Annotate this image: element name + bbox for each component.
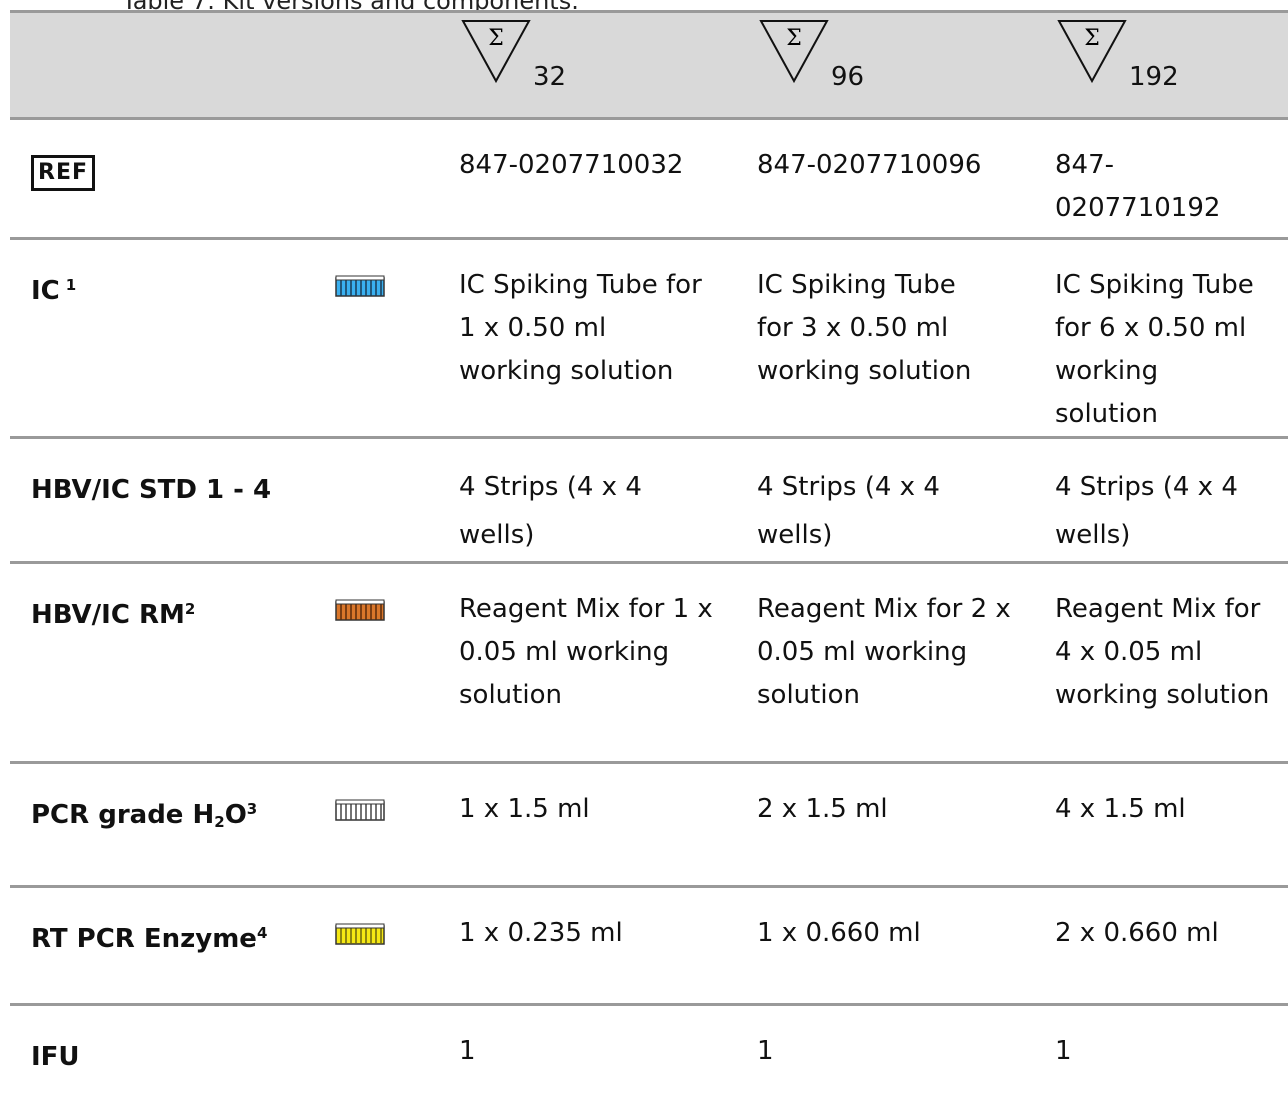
row-label: HBV/IC RM2: [10, 562, 305, 764]
header-cell-32: Σ 32: [449, 10, 747, 120]
sigma-triangle-icon: Σ 96: [759, 15, 869, 95]
table-row: IFU 1 1 1: [10, 1005, 1288, 1095]
value-cell: 1 x 0.235 ml: [449, 886, 747, 1006]
row-label: IFU: [31, 1042, 80, 1072]
ref-cell: 847-0207710032: [449, 118, 747, 240]
value-cell: 2 x 1.5 ml: [747, 762, 1037, 888]
svg-text:Σ: Σ: [1084, 26, 1100, 51]
table-row: RT PCR Enzyme4 1 x 0.235 ml 1 x 0.660 ml…: [10, 886, 1288, 1006]
value-cell: 1 x 1.5 ml: [449, 762, 747, 888]
value-cell: 2 x 0.660 ml: [1037, 886, 1288, 1006]
tube-cap-icon: [335, 599, 385, 621]
svg-text:Σ: Σ: [786, 26, 802, 51]
value-cell: 4 x 1.5 ml: [1037, 762, 1288, 888]
row-label: HBV/IC STD 1 - 4: [10, 437, 305, 564]
header-cell-96: Σ 96: [747, 10, 1037, 120]
header-cell-192: Σ 192: [1037, 10, 1288, 120]
tube-cap-icon: [335, 799, 385, 821]
ref-symbol: REF: [31, 155, 95, 191]
row-label: RT PCR Enzyme4: [10, 886, 305, 1006]
header-row: Σ 32 Σ 96 Σ 192: [10, 10, 1288, 120]
row-label: IC 1: [10, 238, 305, 439]
sigma-triangle-icon: Σ 32: [461, 15, 571, 95]
value-cell: 4 Strips (4 x 4 wells): [1037, 437, 1288, 564]
ref-cell: 847-0207710192: [1037, 118, 1288, 240]
value-cell: 1 x 0.660 ml: [747, 886, 1037, 1006]
tube-cap-icon: [335, 923, 385, 945]
sigma-triangle-icon: Σ 192: [1057, 15, 1179, 95]
value-cell: 1: [459, 1036, 476, 1066]
svg-text:Σ: Σ: [488, 26, 504, 51]
kit-components-table: Σ 32 Σ 96 Σ 192 REF 847-0207710032 847-0…: [10, 10, 1288, 1095]
value-cell: 1: [1055, 1036, 1072, 1066]
value-cell: Reagent Mix for 4 x 0.05 ml working solu…: [1037, 562, 1288, 764]
table-row: HBV/IC STD 1 - 4 4 Strips (4 x 4 wells) …: [10, 437, 1288, 564]
value-cell: Reagent Mix for 1 x 0.05 ml working solu…: [449, 562, 747, 764]
ref-row: REF 847-0207710032 847-0207710096 847-02…: [10, 118, 1288, 240]
ref-cell: 847-0207710096: [747, 118, 1037, 240]
value-cell: 1: [757, 1036, 774, 1066]
value-cell: IC Spiking Tube for 1 x 0.50 ml working …: [449, 238, 747, 439]
table-row: PCR grade H2O3 1 x 1.5 ml 2 x 1.5 ml 4 x…: [10, 762, 1288, 888]
row-label: PCR grade H2O3: [10, 762, 305, 888]
value-cell: Reagent Mix for 2 x 0.05 ml working solu…: [747, 562, 1037, 764]
value-cell: IC Spiking Tube for 6 x 0.50 ml working …: [1037, 238, 1288, 439]
value-cell: 4 Strips (4 x 4 wells): [449, 437, 747, 564]
value-cell: IC Spiking Tube for 3 x 0.50 ml working …: [747, 238, 1037, 439]
value-cell: 4 Strips (4 x 4 wells): [747, 437, 1037, 564]
table-row: IC 1 IC Spiking Tube for 1 x 0.50 ml work…: [10, 238, 1288, 439]
table-row: HBV/IC RM2 Reagent Mix for 1 x 0.05 ml w…: [10, 562, 1288, 764]
tube-cap-icon: [335, 275, 385, 297]
